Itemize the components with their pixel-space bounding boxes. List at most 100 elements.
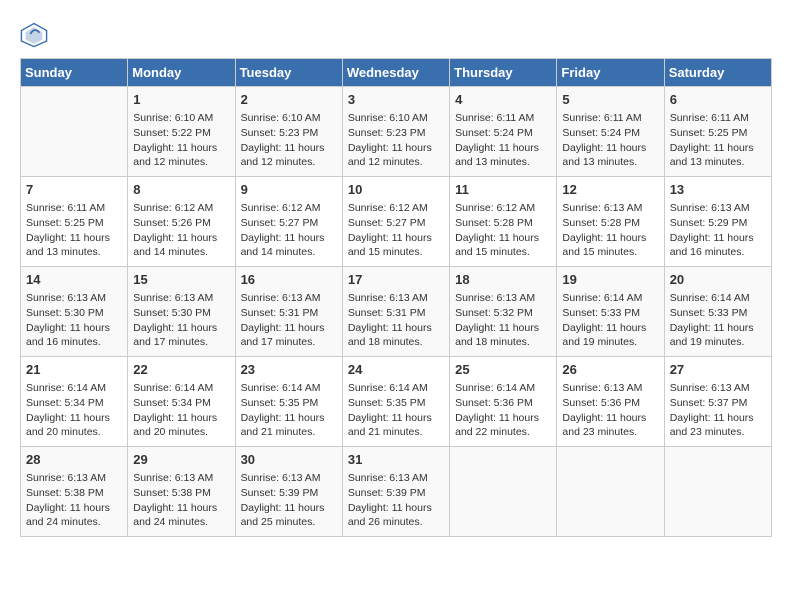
day-info: Sunrise: 6:13 AM Sunset: 5:38 PM Dayligh…	[133, 471, 229, 530]
day-info: Sunrise: 6:13 AM Sunset: 5:31 PM Dayligh…	[241, 291, 337, 350]
calendar-cell: 25 Sunrise: 6:14 AM Sunset: 5:36 PM Dayli…	[450, 357, 557, 447]
column-header-tuesday: Tuesday	[235, 59, 342, 87]
calendar-cell: 30 Sunrise: 6:13 AM Sunset: 5:39 PM Dayli…	[235, 447, 342, 537]
calendar-cell: 20Sunrise: 6:14 AM Sunset: 5:33 PM Dayli…	[664, 267, 771, 357]
calendar-cell: 19 Sunrise: 6:14 AM Sunset: 5:33 PM Dayli…	[557, 267, 664, 357]
calendar-cell: 16Sunrise: 6:13 AM Sunset: 5:31 PM Dayli…	[235, 267, 342, 357]
day-number: 1	[133, 91, 229, 109]
day-number: 27	[670, 361, 766, 379]
calendar-cell: 27 Sunrise: 6:13 AM Sunset: 5:37 PM Dayli…	[664, 357, 771, 447]
day-info: Sunrise: 6:12 AM Sunset: 5:28 PM Dayligh…	[455, 201, 551, 260]
calendar-cell	[664, 447, 771, 537]
column-header-monday: Monday	[128, 59, 235, 87]
day-number: 14	[26, 271, 122, 289]
day-info: Sunrise: 6:10 AM Sunset: 5:23 PM Dayligh…	[241, 111, 337, 170]
calendar-week-row: 28 Sunrise: 6:13 AM Sunset: 5:38 PM Dayli…	[21, 447, 772, 537]
day-info: Sunrise: 6:13 AM Sunset: 5:36 PM Dayligh…	[562, 381, 658, 440]
calendar-cell: 24Sunrise: 6:14 AM Sunset: 5:35 PM Dayli…	[342, 357, 449, 447]
day-info: Sunrise: 6:13 AM Sunset: 5:30 PM Dayligh…	[133, 291, 229, 350]
calendar-cell	[450, 447, 557, 537]
day-info: Sunrise: 6:11 AM Sunset: 5:25 PM Dayligh…	[670, 111, 766, 170]
calendar-cell: 5 Sunrise: 6:11 AM Sunset: 5:24 PM Daylig…	[557, 87, 664, 177]
day-info: Sunrise: 6:13 AM Sunset: 5:31 PM Dayligh…	[348, 291, 444, 350]
day-number: 9	[241, 181, 337, 199]
day-number: 26	[562, 361, 658, 379]
day-info: Sunrise: 6:14 AM Sunset: 5:34 PM Dayligh…	[133, 381, 229, 440]
day-number: 4	[455, 91, 551, 109]
day-info: Sunrise: 6:13 AM Sunset: 5:28 PM Dayligh…	[562, 201, 658, 260]
day-number: 12	[562, 181, 658, 199]
logo-icon	[20, 20, 48, 48]
day-info: Sunrise: 6:13 AM Sunset: 5:37 PM Dayligh…	[670, 381, 766, 440]
day-info: Sunrise: 6:14 AM Sunset: 5:36 PM Dayligh…	[455, 381, 551, 440]
calendar-cell: 28 Sunrise: 6:13 AM Sunset: 5:38 PM Dayli…	[21, 447, 128, 537]
calendar-cell: 18 Sunrise: 6:13 AM Sunset: 5:32 PM Dayli…	[450, 267, 557, 357]
day-number: 15	[133, 271, 229, 289]
calendar-cell: 9 Sunrise: 6:12 AM Sunset: 5:27 PM Daylig…	[235, 177, 342, 267]
calendar-table: SundayMondayTuesdayWednesdayThursdayFrid…	[20, 58, 772, 537]
column-header-thursday: Thursday	[450, 59, 557, 87]
day-number: 25	[455, 361, 551, 379]
column-header-wednesday: Wednesday	[342, 59, 449, 87]
day-number: 11	[455, 181, 551, 199]
column-header-friday: Friday	[557, 59, 664, 87]
day-info: Sunrise: 6:13 AM Sunset: 5:38 PM Dayligh…	[26, 471, 122, 530]
day-number: 19	[562, 271, 658, 289]
calendar-week-row: 1Sunrise: 6:10 AM Sunset: 5:22 PM Daylig…	[21, 87, 772, 177]
calendar-cell: 12 Sunrise: 6:13 AM Sunset: 5:28 PM Dayli…	[557, 177, 664, 267]
day-number: 17	[348, 271, 444, 289]
day-number: 7	[26, 181, 122, 199]
day-number: 10	[348, 181, 444, 199]
calendar-cell: 7Sunrise: 6:11 AM Sunset: 5:25 PM Daylig…	[21, 177, 128, 267]
page-header	[20, 20, 772, 48]
calendar-cell: 11 Sunrise: 6:12 AM Sunset: 5:28 PM Dayli…	[450, 177, 557, 267]
day-info: Sunrise: 6:14 AM Sunset: 5:35 PM Dayligh…	[241, 381, 337, 440]
day-info: Sunrise: 6:12 AM Sunset: 5:27 PM Dayligh…	[241, 201, 337, 260]
calendar-cell: 10 Sunrise: 6:12 AM Sunset: 5:27 PM Dayli…	[342, 177, 449, 267]
day-info: Sunrise: 6:13 AM Sunset: 5:32 PM Dayligh…	[455, 291, 551, 350]
day-info: Sunrise: 6:13 AM Sunset: 5:39 PM Dayligh…	[348, 471, 444, 530]
day-info: Sunrise: 6:14 AM Sunset: 5:33 PM Dayligh…	[670, 291, 766, 350]
calendar-cell: 4Sunrise: 6:11 AM Sunset: 5:24 PM Daylig…	[450, 87, 557, 177]
calendar-cell: 29Sunrise: 6:13 AM Sunset: 5:38 PM Dayli…	[128, 447, 235, 537]
day-number: 8	[133, 181, 229, 199]
day-info: Sunrise: 6:14 AM Sunset: 5:34 PM Dayligh…	[26, 381, 122, 440]
calendar-cell: 23 Sunrise: 6:14 AM Sunset: 5:35 PM Dayli…	[235, 357, 342, 447]
calendar-cell: 1Sunrise: 6:10 AM Sunset: 5:22 PM Daylig…	[128, 87, 235, 177]
calendar-cell: 8 Sunrise: 6:12 AM Sunset: 5:26 PM Daylig…	[128, 177, 235, 267]
day-info: Sunrise: 6:13 AM Sunset: 5:30 PM Dayligh…	[26, 291, 122, 350]
column-header-saturday: Saturday	[664, 59, 771, 87]
day-info: Sunrise: 6:13 AM Sunset: 5:29 PM Dayligh…	[670, 201, 766, 260]
calendar-cell: 22 Sunrise: 6:14 AM Sunset: 5:34 PM Dayli…	[128, 357, 235, 447]
calendar-week-row: 21 Sunrise: 6:14 AM Sunset: 5:34 PM Dayli…	[21, 357, 772, 447]
calendar-cell: 17 Sunrise: 6:13 AM Sunset: 5:31 PM Dayli…	[342, 267, 449, 357]
calendar-cell: 13 Sunrise: 6:13 AM Sunset: 5:29 PM Dayli…	[664, 177, 771, 267]
day-number: 31	[348, 451, 444, 469]
calendar-cell	[557, 447, 664, 537]
day-number: 21	[26, 361, 122, 379]
day-info: Sunrise: 6:14 AM Sunset: 5:35 PM Dayligh…	[348, 381, 444, 440]
day-info: Sunrise: 6:10 AM Sunset: 5:23 PM Dayligh…	[348, 111, 444, 170]
day-number: 28	[26, 451, 122, 469]
calendar-cell: 15 Sunrise: 6:13 AM Sunset: 5:30 PM Dayli…	[128, 267, 235, 357]
day-info: Sunrise: 6:14 AM Sunset: 5:33 PM Dayligh…	[562, 291, 658, 350]
calendar-cell: 14 Sunrise: 6:13 AM Sunset: 5:30 PM Dayli…	[21, 267, 128, 357]
day-number: 23	[241, 361, 337, 379]
day-info: Sunrise: 6:11 AM Sunset: 5:24 PM Dayligh…	[562, 111, 658, 170]
calendar-cell: 31 Sunrise: 6:13 AM Sunset: 5:39 PM Dayli…	[342, 447, 449, 537]
day-number: 2	[241, 91, 337, 109]
day-number: 13	[670, 181, 766, 199]
day-number: 5	[562, 91, 658, 109]
day-number: 6	[670, 91, 766, 109]
day-info: Sunrise: 6:13 AM Sunset: 5:39 PM Dayligh…	[241, 471, 337, 530]
day-info: Sunrise: 6:12 AM Sunset: 5:26 PM Dayligh…	[133, 201, 229, 260]
day-number: 3	[348, 91, 444, 109]
calendar-week-row: 7Sunrise: 6:11 AM Sunset: 5:25 PM Daylig…	[21, 177, 772, 267]
day-info: Sunrise: 6:12 AM Sunset: 5:27 PM Dayligh…	[348, 201, 444, 260]
day-number: 30	[241, 451, 337, 469]
logo	[20, 20, 52, 48]
day-number: 22	[133, 361, 229, 379]
day-number: 18	[455, 271, 551, 289]
calendar-cell: 21 Sunrise: 6:14 AM Sunset: 5:34 PM Dayli…	[21, 357, 128, 447]
calendar-cell	[21, 87, 128, 177]
